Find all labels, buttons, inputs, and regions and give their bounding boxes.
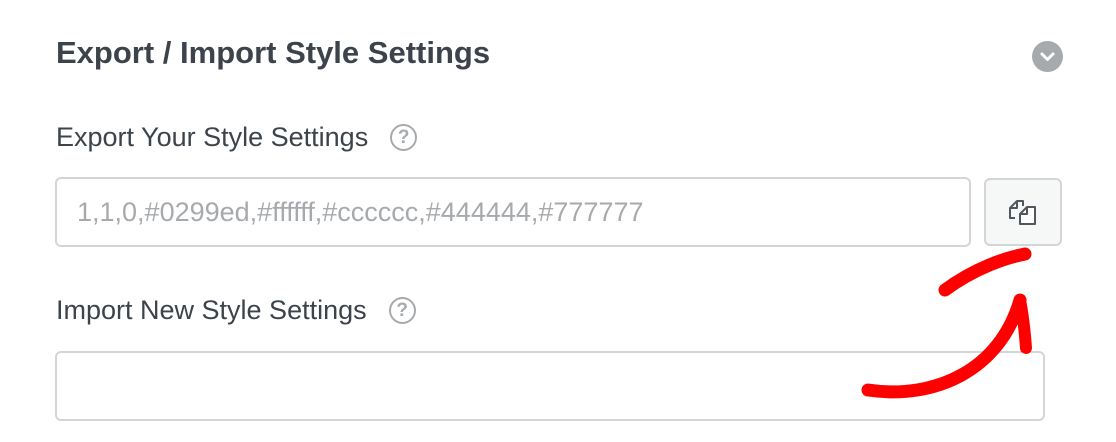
import-help-icon[interactable]: ? [388, 296, 416, 324]
import-settings-label-text: Import New Style Settings [56, 295, 367, 325]
export-settings-field[interactable] [55, 177, 971, 247]
chevron-down-icon[interactable] [1032, 41, 1063, 72]
import-settings-field[interactable] [55, 351, 1045, 421]
import-settings-label: Import New Style Settings ? [56, 290, 416, 330]
export-settings-label-text: Export Your Style Settings [56, 122, 369, 152]
section-title: Export / Import Style Settings [56, 35, 491, 70]
copy-icon [1009, 200, 1036, 225]
export-settings-label: Export Your Style Settings ? [56, 117, 418, 157]
export-help-icon[interactable]: ? [390, 123, 418, 151]
copy-button[interactable] [984, 178, 1062, 246]
